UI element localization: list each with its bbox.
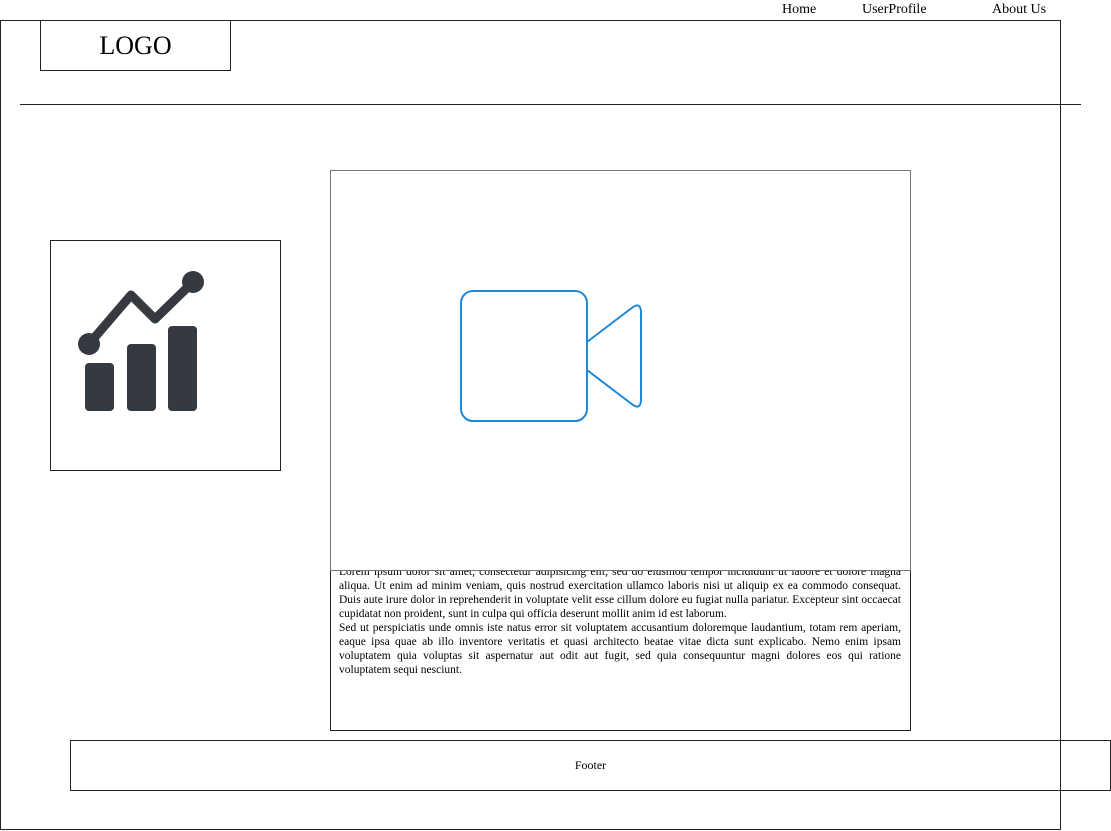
nav-userprofile-link[interactable]: UserProfile: [862, 2, 927, 18]
video-camera-icon: [460, 290, 642, 422]
nav-home-link[interactable]: Home: [782, 2, 816, 18]
video-player[interactable]: [330, 170, 911, 571]
footer: Footer: [70, 740, 1111, 791]
footer-label: Footer: [574, 758, 607, 772]
logo-text: LOGO: [99, 30, 172, 60]
content-paragraph-1: Lorem ipsum dolor sit amet, consectetur …: [339, 566, 901, 620]
chart-growth-icon: [78, 271, 204, 411]
content-text-box: Lorem ipsum dolor sit amet, consectetur …: [330, 560, 911, 731]
logo[interactable]: LOGO: [40, 20, 231, 71]
content-paragraph-2: Sed ut perspiciatis unde omnis iste natu…: [339, 622, 901, 676]
chart-image-card: [50, 240, 281, 471]
header-divider: [20, 104, 1081, 105]
nav-about-us-link[interactable]: About Us: [992, 2, 1046, 18]
